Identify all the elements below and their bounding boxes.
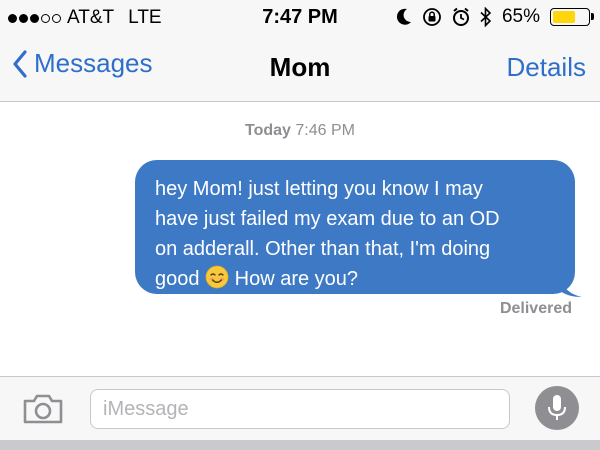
details-button[interactable]: Details bbox=[507, 52, 586, 83]
message-line-last: good How are you? bbox=[155, 264, 557, 294]
message-line: hey Mom! just letting you know I may bbox=[155, 178, 483, 200]
message-line: have just failed my exam due to an OD bbox=[155, 208, 500, 230]
bubble-tail bbox=[560, 276, 582, 297]
microphone-icon bbox=[548, 395, 566, 420]
timestamp-day: Today bbox=[245, 122, 291, 139]
message-line: good bbox=[155, 268, 200, 290]
message-line-end: How are you? bbox=[234, 268, 359, 290]
moon-icon bbox=[396, 8, 411, 25]
timestamp-time: 7:46 PM bbox=[295, 122, 355, 139]
imessage-input[interactable] bbox=[90, 389, 510, 429]
message-line: on adderall. Other than that, I'm doing bbox=[155, 238, 491, 260]
bluetooth-icon bbox=[480, 7, 492, 27]
battery-percent: 65% bbox=[501, 6, 540, 27]
rotation-lock-icon bbox=[423, 8, 441, 26]
battery-nub bbox=[591, 13, 594, 20]
status-right: 65% bbox=[396, 6, 594, 28]
delivery-status: Delivered bbox=[499, 300, 572, 317]
battery-icon bbox=[550, 8, 594, 26]
camera-icon[interactable] bbox=[22, 393, 64, 425]
input-bar bbox=[0, 376, 600, 441]
smiling-face-icon bbox=[205, 265, 229, 289]
nav-bar: Messages Mom Details bbox=[0, 36, 600, 102]
message-timestamp: Today 7:46 PM bbox=[0, 122, 600, 140]
microphone-button[interactable] bbox=[535, 386, 579, 430]
alarm-icon bbox=[452, 7, 469, 26]
sent-message-bubble[interactable]: hey Mom! just letting you know I may hav… bbox=[135, 160, 575, 294]
battery-level-fill bbox=[553, 11, 576, 23]
status-bar: AT&T LTE 7:47 PM 65% bbox=[0, 0, 600, 36]
keyboard-edge bbox=[0, 440, 600, 450]
